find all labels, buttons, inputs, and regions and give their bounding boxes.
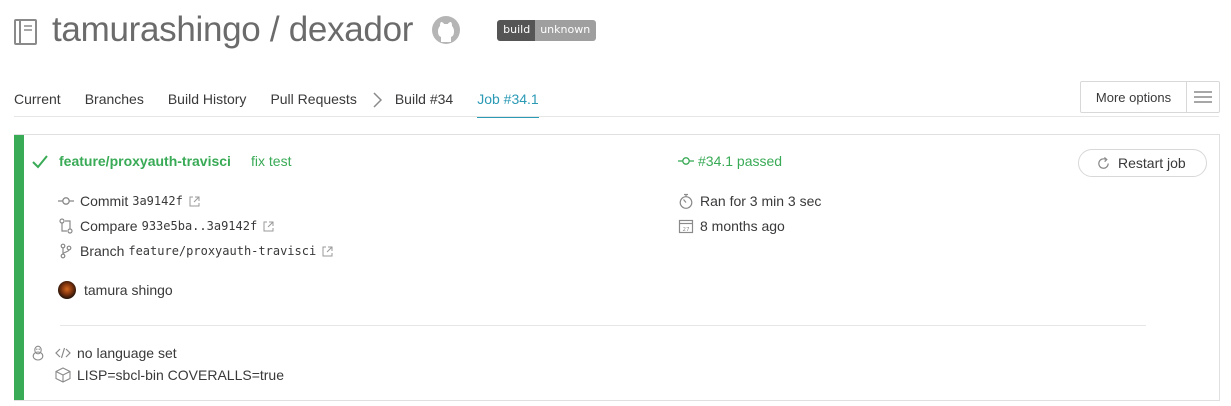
language-text: no language set xyxy=(77,345,177,361)
hamburger-icon xyxy=(1194,91,1212,103)
github-icon[interactable] xyxy=(431,15,461,45)
env-row: LISP=sbcl-bin COVERALLS=true xyxy=(55,367,284,383)
stopwatch-icon xyxy=(679,193,693,209)
restart-job-label: Restart job xyxy=(1118,155,1186,171)
commit-icon xyxy=(678,157,694,165)
compare-label: Compare xyxy=(80,218,138,234)
branch-row: Branch feature/proxyauth-travisci xyxy=(58,243,333,259)
author-row: tamura shingo xyxy=(58,281,173,299)
restart-icon xyxy=(1098,156,1109,169)
calendar-icon: 27 xyxy=(678,219,694,234)
compare-icon xyxy=(59,218,73,234)
menu-toggle[interactable] xyxy=(1187,82,1219,112)
tab-build-history[interactable]: Build History xyxy=(168,82,247,118)
commit-icon xyxy=(58,197,74,205)
package-icon xyxy=(55,367,71,383)
duration-row: Ran for 3 min 3 sec xyxy=(678,193,821,209)
tab-current[interactable]: Current xyxy=(14,82,61,118)
job-card: feature/proxyauth-travisci fix test Comm… xyxy=(14,134,1220,401)
external-link-icon[interactable] xyxy=(263,221,274,232)
job-status: #34.1 passed xyxy=(678,153,782,169)
commit-sha-link[interactable]: 3a9142f xyxy=(132,194,183,208)
compare-range-link[interactable]: 933e5ba..3a9142f xyxy=(142,219,258,233)
finished-text: 8 months ago xyxy=(700,218,785,234)
status-bar xyxy=(14,135,24,400)
badge-label: build xyxy=(497,19,536,41)
branch-label: Branch xyxy=(80,243,125,259)
external-link-icon[interactable] xyxy=(189,196,200,207)
compare-row: Compare 933e5ba..3a9142f xyxy=(58,218,274,234)
tab-build[interactable]: Build #34 xyxy=(395,82,453,118)
badge-value: unknown xyxy=(535,19,597,41)
restart-job-button[interactable]: Restart job xyxy=(1078,149,1207,177)
language-row: no language set xyxy=(31,345,177,361)
job-status-text: #34.1 passed xyxy=(698,153,783,169)
tabs-divider xyxy=(14,116,1219,117)
repo-title[interactable]: tamurashingo / dexador xyxy=(52,10,413,50)
section-divider xyxy=(60,325,1146,326)
commit-row: Commit 3a9142f xyxy=(58,193,200,209)
check-icon xyxy=(32,155,48,169)
job-branch-link[interactable]: feature/proxyauth-travisci xyxy=(59,153,231,169)
nav-tabs: Current Branches Build History Pull Requ… xyxy=(14,82,539,118)
linux-icon xyxy=(32,345,44,361)
external-link-icon[interactable] xyxy=(322,246,333,257)
env-text: LISP=sbcl-bin COVERALLS=true xyxy=(77,367,284,383)
code-icon xyxy=(55,347,71,359)
duration-text: Ran for 3 min 3 sec xyxy=(700,193,822,209)
build-status-badge[interactable]: build unknown xyxy=(497,19,597,41)
author-name: tamura shingo xyxy=(84,282,173,298)
tab-job[interactable]: Job #34.1 xyxy=(477,82,539,118)
repo-icon xyxy=(14,19,37,45)
commit-message: fix test xyxy=(251,153,292,169)
more-options[interactable]: More options xyxy=(1080,81,1220,113)
branch-value-link[interactable]: feature/proxyauth-travisci xyxy=(128,244,316,258)
commit-label: Commit xyxy=(80,193,129,209)
chevron-right-icon xyxy=(373,92,382,108)
branch-icon xyxy=(60,243,72,259)
finished-row: 27 8 months ago xyxy=(678,218,785,234)
repo-header: tamurashingo / dexador build unknown xyxy=(14,10,597,50)
more-options-button[interactable]: More options xyxy=(1081,82,1187,112)
svg-text:27: 27 xyxy=(683,227,690,233)
avatar xyxy=(58,281,76,299)
tab-pull-requests[interactable]: Pull Requests xyxy=(270,82,356,118)
tab-branches[interactable]: Branches xyxy=(85,82,144,118)
